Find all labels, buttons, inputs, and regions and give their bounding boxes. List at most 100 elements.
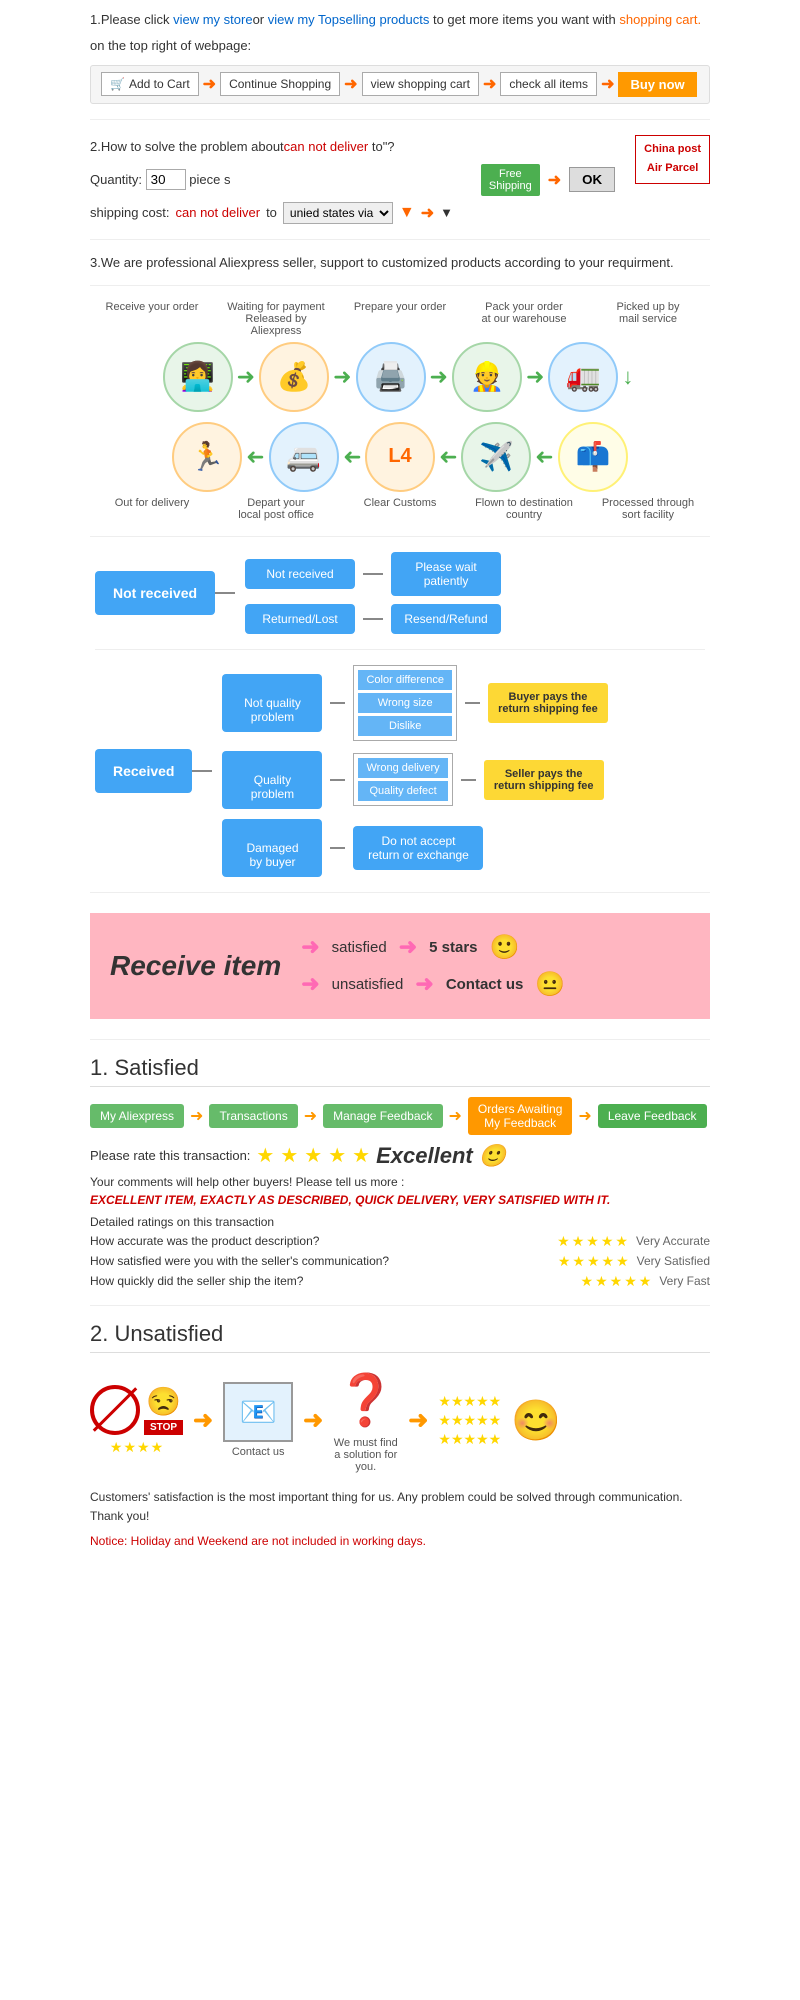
dislike-box: Dislike <box>358 716 451 736</box>
star1: ★ <box>256 1143 274 1168</box>
step-my-aliexpress[interactable]: My Aliexpress <box>90 1104 184 1128</box>
satisfied-section: 1. Satisfied My Aliexpress ➜ Transaction… <box>90 1055 710 1290</box>
receive-arrow3: ➜ <box>301 971 319 997</box>
quantity-label: Quantity: <box>90 172 142 187</box>
rate-label: Please rate this transaction: <box>90 1148 250 1163</box>
comment-label: Your comments will help other buyers! Pl… <box>90 1175 710 1189</box>
buy-now-btn[interactable]: Buy now <box>618 72 696 97</box>
arrow-to-china: ➜ <box>421 203 434 223</box>
view-cart-btn[interactable]: view shopping cart <box>362 72 479 96</box>
process-arrow-2: ➜ <box>333 364 351 390</box>
divider1 <box>90 119 710 120</box>
free-shipping-box: Free Shipping <box>481 164 540 196</box>
buyer-pays-box: Buyer pays the return shipping fee <box>488 683 608 723</box>
step-arrow3: ➜ <box>449 1106 462 1126</box>
process-icon-b0: 🏃 <box>172 422 242 492</box>
china-post-line1: China post <box>644 143 701 155</box>
ok-button[interactable]: OK <box>569 167 615 192</box>
view-store-link[interactable]: view my store <box>173 12 252 27</box>
section2-title: 2.How to solve the problem aboutcan not … <box>90 135 710 158</box>
section2: 2.How to solve the problem aboutcan not … <box>90 135 710 224</box>
process-icon-4: 🚛 <box>548 342 618 412</box>
unsat-flow: 😒 STOP ★★★★ ➜ 📧 Contact us ➜ ❓ We must f… <box>90 1368 710 1473</box>
rating-label-2: How quickly did the seller ship the item… <box>90 1274 581 1288</box>
receive-item-section: Receive item ➜ satisfied ➜ 5 stars 🙂 ➜ u… <box>90 913 710 1019</box>
divider4 <box>90 536 710 537</box>
quality-defect-box: Quality defect <box>358 781 447 801</box>
section1-or: or <box>253 12 268 27</box>
happy-face-emoji: 😊 <box>511 1397 561 1444</box>
ratings-table: Detailed ratings on this transaction How… <box>90 1215 710 1290</box>
received-sub1: Not quality problem <box>222 674 322 732</box>
contact-us-label[interactable]: Contact us <box>232 1446 285 1458</box>
process-icon-0: 👩‍💻 <box>163 342 233 412</box>
process-bottom-label-0: Out for delivery <box>97 497 207 521</box>
rating-row-1: How satisfied were you with the seller's… <box>90 1253 710 1270</box>
topselling-link[interactable]: view my Topselling products <box>268 12 430 27</box>
star4: ★ <box>328 1143 346 1168</box>
process-icon-3: 👷 <box>452 342 522 412</box>
unsat-stars1: ★★★★ <box>110 1439 163 1456</box>
not-received-sub1: Not received <box>245 559 355 589</box>
received-main: Received <box>95 749 192 793</box>
receive-arrow1: ➜ <box>301 934 319 960</box>
unsatisfied-text: unsatisfied <box>332 976 404 993</box>
view-cart-label: view shopping cart <box>371 77 470 91</box>
check-items-label: check all items <box>509 77 588 91</box>
contact-us-receive-text: Contact us <box>446 976 524 993</box>
example-review: EXCELLENT ITEM, EXACTLY AS DESCRIBED, QU… <box>90 1193 710 1207</box>
neutral-emoji: 😐 <box>535 970 565 999</box>
process-icon-2: 🖨️ <box>356 342 426 412</box>
process-section: Receive your order Waiting for payment R… <box>90 301 710 521</box>
process-icon-b4: 📫 <box>558 422 628 492</box>
divider7 <box>90 1039 710 1040</box>
process-label-1: Waiting for payment Released by Aliexpre… <box>221 301 331 337</box>
process-label-0: Receive your order <box>97 301 207 337</box>
cart-icon: 🛒 <box>110 77 125 91</box>
process-arrow-4: ➜ <box>526 364 544 390</box>
color-diff-box: Color difference <box>358 670 451 690</box>
process-bottom-label-4: Processed through sort facility <box>593 497 703 521</box>
cannot-deliver-text: can not deliver <box>284 139 369 154</box>
unsat-arrow1: ➜ <box>193 1406 213 1435</box>
five-stars-text: 5 stars <box>429 939 477 956</box>
add-to-cart-btn[interactable]: 🛒 Add to Cart <box>101 72 199 96</box>
continue-label: Continue Shopping <box>229 77 331 91</box>
process-arrow-b3: ➜ <box>439 444 457 470</box>
process-label-3: Pack your order at our warehouse <box>469 301 579 337</box>
wrong-size-box: Wrong size <box>358 693 451 713</box>
process-bottom-label-2: Clear Customs <box>345 497 455 521</box>
arrow4: ➜ <box>601 74 614 94</box>
rating-result-0: Very Accurate <box>636 1234 710 1248</box>
check-items-btn[interactable]: check all items <box>500 72 597 96</box>
not-received-diagram: Not received Not received Please wait pa… <box>95 552 705 877</box>
rating-row-0: How accurate was the product description… <box>90 1233 710 1250</box>
not-received-result2: Resend/Refund <box>391 604 501 634</box>
feedback-steps: My Aliexpress ➜ Transactions ➜ Manage Fe… <box>90 1097 710 1135</box>
unsatisfied-section: 2. Unsatisfied 😒 STOP ★★★★ ➜ <box>90 1321 710 1548</box>
process-icon-1: 💰 <box>259 342 329 412</box>
wrong-delivery-box: Wrong delivery <box>358 758 447 778</box>
step-manage-feedback[interactable]: Manage Feedback <box>323 1104 442 1128</box>
shopping-cart-link[interactable]: shopping cart. <box>619 12 701 27</box>
excellent-label: Excellent 🙂 <box>376 1143 506 1169</box>
divider3 <box>90 285 710 286</box>
quantity-input[interactable] <box>146 169 186 190</box>
continue-shopping-btn[interactable]: Continue Shopping <box>220 72 340 96</box>
section1-intro: 1.Please click <box>90 12 173 27</box>
star2: ★ <box>280 1143 298 1168</box>
divider8 <box>90 1305 710 1306</box>
process-arrow-b1: ➜ <box>246 444 264 470</box>
process-arrow-5: ↓ <box>622 364 633 390</box>
shipping-select[interactable]: unied states via <box>283 202 393 224</box>
section1-text: 1.Please click view my storeor view my T… <box>90 10 710 31</box>
step-transactions[interactable]: Transactions <box>209 1104 297 1128</box>
process-arrow-3: ➜ <box>430 364 448 390</box>
step-orders-awaiting[interactable]: Orders Awaiting My Feedback <box>468 1097 573 1135</box>
process-icon-b2: L4 <box>365 422 435 492</box>
select-arrow: ▼ <box>399 204 415 222</box>
rating-row-2: How quickly did the seller ship the item… <box>90 1273 710 1290</box>
satisfied-title: 1. Satisfied <box>90 1055 710 1087</box>
rating-label-0: How accurate was the product description… <box>90 1234 557 1248</box>
step-leave-feedback[interactable]: Leave Feedback <box>598 1104 707 1128</box>
